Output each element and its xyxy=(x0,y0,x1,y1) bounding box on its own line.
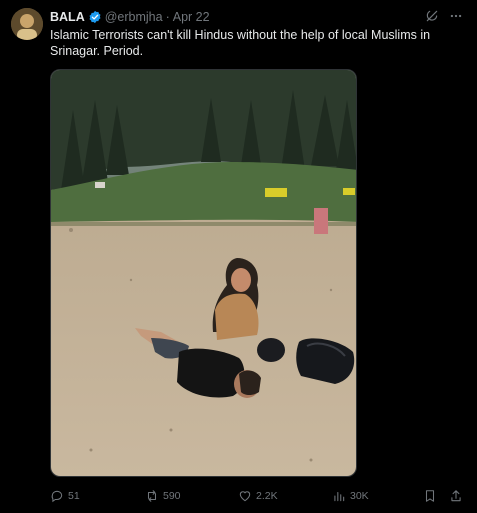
tweet-image[interactable] xyxy=(50,69,357,477)
bookmark-icon xyxy=(423,489,437,503)
tweet-date[interactable]: Apr 22 xyxy=(173,10,210,24)
repost-icon xyxy=(145,489,159,503)
views-icon xyxy=(332,489,346,503)
reply-button[interactable]: 51 xyxy=(50,489,80,503)
more-icon[interactable] xyxy=(449,9,463,26)
separator-dot: · xyxy=(165,10,170,24)
display-name[interactable]: BALA xyxy=(50,10,85,24)
views-count: 30K xyxy=(350,490,369,502)
like-count: 2.2K xyxy=(256,490,278,502)
repost-count: 590 xyxy=(163,490,181,502)
top-actions xyxy=(425,9,463,26)
reply-count: 51 xyxy=(68,490,80,502)
tweet-text: Islamic Terrorists can't kill Hindus wit… xyxy=(50,28,431,58)
views-button[interactable]: 30K xyxy=(332,489,369,503)
user-handle[interactable]: @erbmjha xyxy=(105,10,163,24)
repost-button[interactable]: 590 xyxy=(145,489,181,503)
verified-badge-icon xyxy=(88,10,102,24)
reply-icon xyxy=(50,489,64,503)
bookmark-button[interactable] xyxy=(423,489,437,503)
grok-icon[interactable] xyxy=(425,9,439,26)
action-bar: 51 590 2.2K 30K xyxy=(50,488,465,504)
avatar[interactable] xyxy=(11,8,43,40)
share-button[interactable] xyxy=(449,489,463,503)
like-button[interactable]: 2.2K xyxy=(238,489,278,503)
tweet-header: BALA @erbmjha · Apr 22 xyxy=(50,9,210,25)
like-icon xyxy=(238,489,252,503)
share-icon xyxy=(449,489,463,503)
